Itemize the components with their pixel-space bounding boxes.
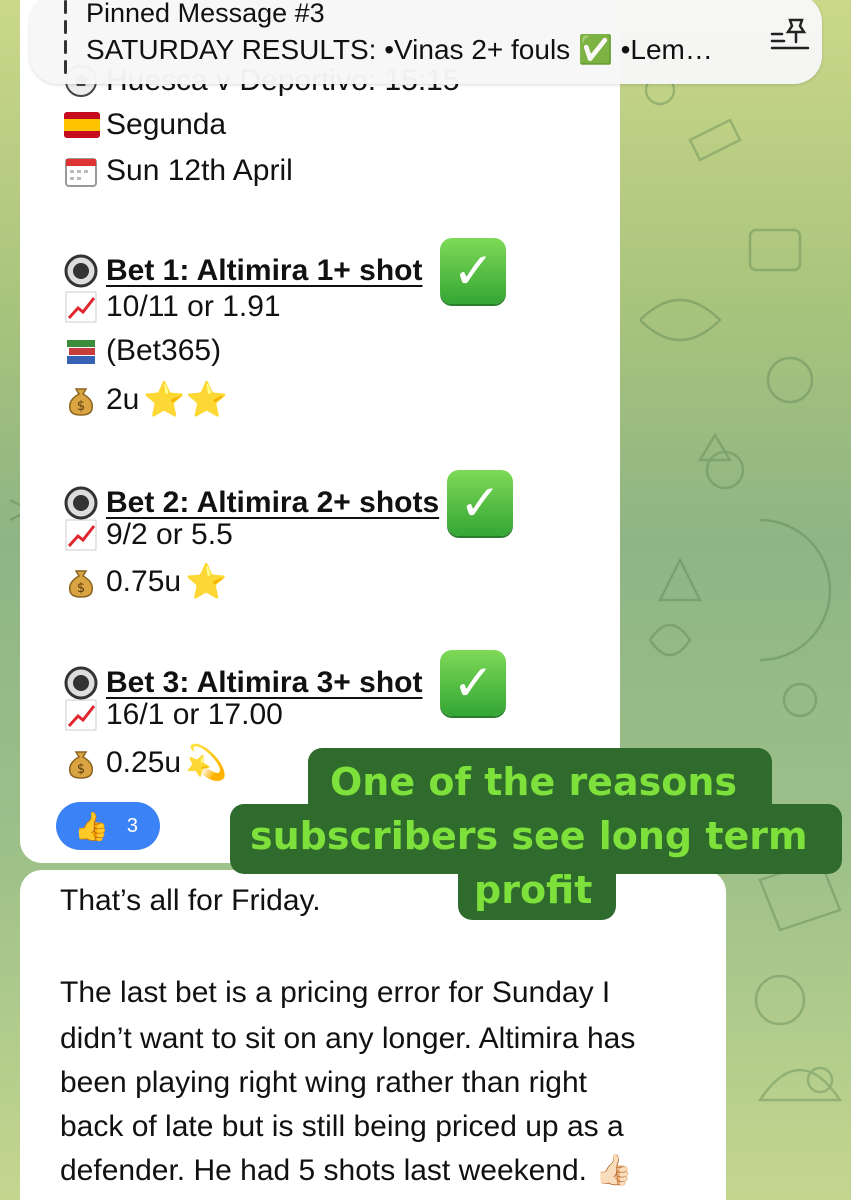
check-mark-icon: ✓ (447, 470, 514, 536)
chart-increasing-icon (64, 290, 100, 324)
bet-2-stake: $ 0.75u ⭐ (64, 562, 227, 602)
bet-3-stake: $ 0.25u 💫 (64, 743, 227, 783)
reaction-count: 3 (126, 814, 138, 837)
svg-text:$: $ (77, 581, 85, 596)
radio-button-icon (64, 666, 100, 700)
star-rating: ⭐⭐ (143, 381, 229, 419)
books-icon (64, 334, 100, 368)
money-bag-icon: $ (64, 746, 100, 780)
bet-3-odds: 16/1 or 17.00 (64, 698, 283, 732)
message-bubble-summary: That’s all for Friday. The last bet is a… (20, 870, 726, 1200)
pinned-message-bar[interactable]: Pinned Message #3 SATURDAY RESULTS: •Vin… (30, 0, 822, 84)
chart-increasing-icon (64, 698, 100, 732)
chart-increasing-icon (64, 518, 100, 552)
calendar-icon (64, 154, 100, 188)
star-rating: ⭐ (185, 563, 228, 601)
spain-flag-icon (64, 108, 100, 142)
message-bubble-bets: Huesca v Deportivo: 15:15 Segunda Sun 12… (20, 0, 620, 863)
money-bag-icon: $ (64, 565, 100, 599)
svg-text:$: $ (77, 399, 85, 414)
radio-button-icon (64, 486, 100, 520)
pinned-text: SATURDAY RESULTS: •Vinas 2+ fouls ✅ •Lem… (86, 34, 713, 65)
league-line: Segunda (64, 108, 226, 142)
pinned-indicator (64, 0, 67, 74)
thumbs-up-icon: 👍 (74, 810, 109, 842)
radio-button-icon (64, 254, 100, 288)
summary-line-4: back of late but is still being priced u… (60, 1110, 624, 1143)
check-mark-icon: ✓ (440, 238, 507, 304)
check-mark-icon: ✓ (440, 650, 507, 716)
summary-first-line: That’s all for Friday. (60, 884, 321, 917)
bet-1-bookmaker: (Bet365) (64, 334, 221, 368)
bet-2-odds: 9/2 or 5.5 (64, 518, 233, 552)
date-line: Sun 12th April (64, 154, 293, 188)
summary-line-2: didn’t want to sit on any longer. Altimi… (60, 1022, 636, 1055)
svg-text:$: $ (77, 762, 85, 777)
summary-line-5: defender. He had 5 shots last weekend. 👍… (60, 1154, 633, 1187)
pinned-list-icon[interactable] (768, 12, 812, 54)
bet-1-odds: 10/11 or 1.91 (64, 290, 281, 324)
money-bag-icon: $ (64, 383, 100, 417)
summary-line-1: The last bet is a pricing error for Sund… (60, 976, 611, 1009)
bet-1-stake: $ 2u ⭐⭐ (64, 380, 228, 420)
pinned-title: Pinned Message #3 (86, 0, 325, 28)
summary-line-3: been playing right wing rather than righ… (60, 1066, 587, 1099)
dizzy-icon: 💫 (185, 744, 228, 782)
reaction-thumbs-up[interactable]: 👍 3 (56, 802, 160, 850)
